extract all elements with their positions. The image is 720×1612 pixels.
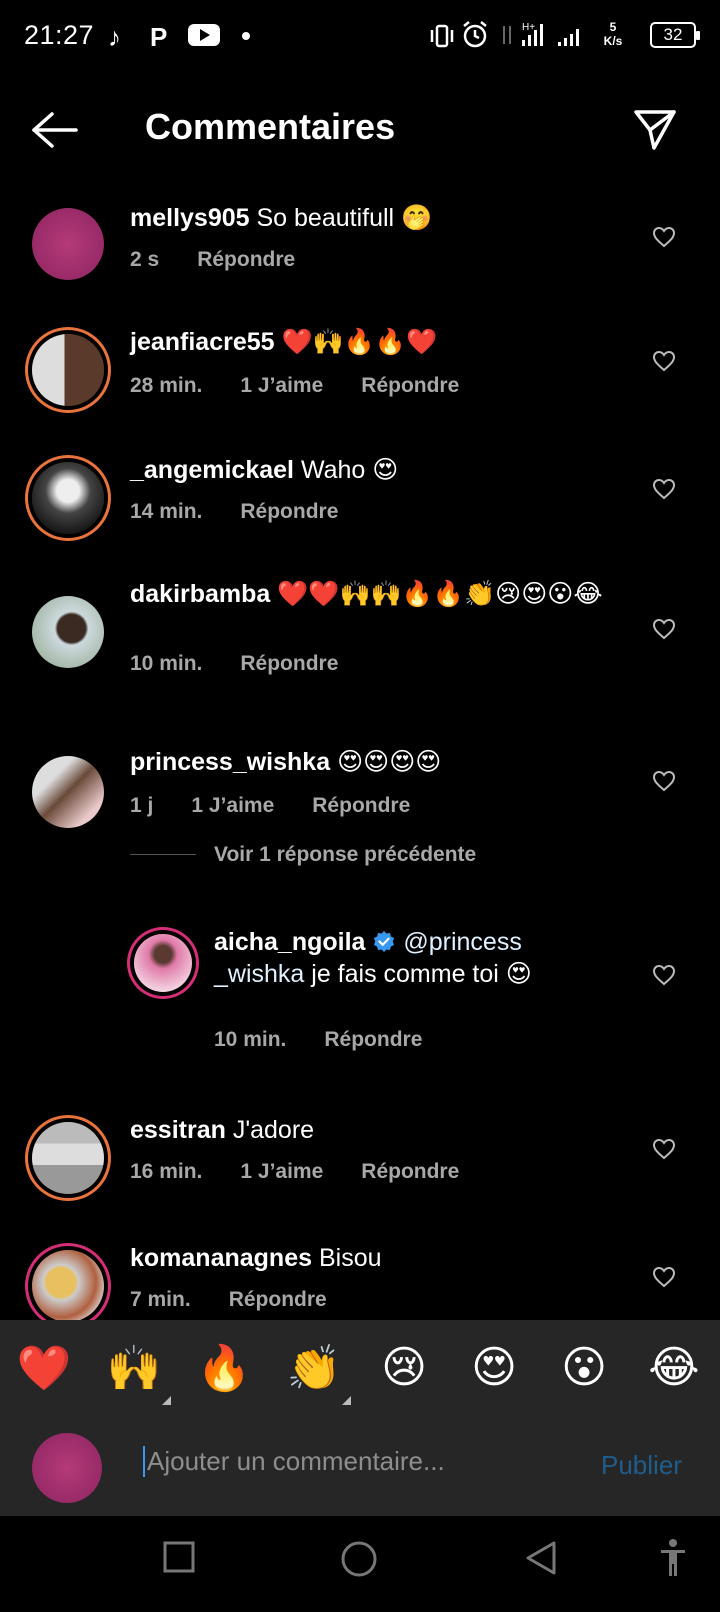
comment-username[interactable]: aicha_ngoila [214, 928, 365, 956]
comment-text: Waho 😍 [294, 456, 399, 484]
emoji-crying-button[interactable]: 😢 [374, 1342, 434, 1393]
page-title: Commentaires [145, 106, 396, 147]
comment-time: 1 j [130, 794, 154, 817]
comment-time: 28 min. [130, 374, 203, 397]
comment-item: essitran J'adore 16 min. 1 J’aime Répondre [0, 1114, 720, 1214]
avatar[interactable] [32, 208, 104, 280]
comment-text: ❤️❤️🙌🙌🔥🔥👏😢😍😮😂 [270, 580, 603, 608]
comment-item: princess_wishka 😍😍😍😍 1 j 1 J’aime Répondre [0, 742, 720, 842]
reply-button[interactable]: Répondre [361, 1160, 459, 1183]
comment-item: dakirbamba ❤️❤️🙌🙌🔥🔥👏😢😍😮😂 10 min. Répondre [0, 580, 720, 702]
emoji-laughing-button[interactable]: 😂 [644, 1342, 704, 1393]
youtube-icon [188, 24, 220, 46]
skin-tone-indicator-icon [162, 1396, 171, 1405]
comment-time: 2 s [130, 248, 160, 271]
avatar[interactable] [32, 1250, 104, 1320]
comment-text: So beautifull 🤭 [249, 204, 433, 232]
like-heart-icon[interactable] [652, 618, 676, 640]
like-count[interactable]: 1 J’aime [240, 1160, 323, 1183]
avatar[interactable] [32, 462, 104, 534]
status-bar: 21:27 ♪ P H+ 5 K/s 32 [0, 0, 720, 72]
like-heart-icon[interactable] [652, 478, 676, 500]
send-icon[interactable] [630, 104, 680, 154]
like-heart-icon[interactable] [652, 350, 676, 372]
comment-time: 10 min. [214, 1028, 287, 1051]
comment-username[interactable]: _angemickael [130, 456, 294, 484]
net-speed: 5 K/s [603, 20, 623, 48]
comment-text: Bisou [312, 1244, 382, 1272]
skin-tone-indicator-icon [342, 1396, 351, 1405]
own-avatar [32, 1433, 102, 1503]
dot-icon [242, 32, 250, 40]
recents-square-icon[interactable] [162, 1540, 196, 1574]
comment-time: 14 min. [130, 500, 203, 523]
signal-icon: H+ [503, 22, 579, 46]
comment-username[interactable]: dakirbamba [130, 580, 270, 608]
header: Commentaires [0, 90, 720, 170]
like-heart-icon[interactable] [652, 1266, 676, 1288]
comment-username[interactable]: komananagnes [130, 1244, 312, 1272]
like-heart-icon[interactable] [652, 964, 676, 986]
like-heart-icon[interactable] [652, 770, 676, 792]
home-circle-icon[interactable] [340, 1540, 378, 1578]
alarm-icon [463, 21, 487, 48]
system-nav-bar [0, 1516, 720, 1612]
back-triangle-icon[interactable] [524, 1540, 558, 1576]
comment-text: ❤️🙌🔥🔥❤️ [274, 328, 438, 356]
comment-username[interactable]: mellys905 [130, 204, 250, 232]
quick-emoji-bar: ❤️ 🙌 🔥 👏 😢 😍 😮 😂 [0, 1320, 720, 1420]
comment-text: 😍😍😍😍 [330, 748, 442, 776]
like-count[interactable]: 1 J’aime [191, 794, 274, 817]
view-replies-button[interactable]: Voir 1 réponse précédente [214, 843, 476, 867]
like-heart-icon[interactable] [652, 226, 676, 248]
emoji-heart-eyes-button[interactable]: 😍 [464, 1342, 524, 1393]
emoji-fire-button[interactable]: 🔥 [194, 1342, 254, 1394]
comment-time: 7 min. [130, 1288, 191, 1311]
battery-indicator: 32 [650, 22, 700, 48]
reply-item: aicha_ngoila @princess _wishka je fais c… [0, 926, 720, 1066]
comment-composer: Ajouter un commentaire... Publier [0, 1420, 720, 1516]
comment-item: jeanfiacre55 ❤️🙌🔥🔥❤️ 28 min. 1 J’aime Répo… [0, 326, 720, 426]
comment-item: _angemickael Waho 😍 14 min. Répondre [0, 454, 720, 554]
comment-item: mellys905 So beautifull 🤭 2 s Répondre [0, 200, 720, 300]
comment-text: je fais comme toi 😍 [304, 960, 532, 988]
comment-input[interactable]: Ajouter un commentaire... [143, 1446, 445, 1477]
avatar[interactable] [32, 334, 104, 406]
reply-button[interactable]: Répondre [312, 794, 410, 817]
replies-divider [130, 854, 196, 855]
comment-time: 10 min. [130, 652, 203, 675]
comment-item: komananagnes Bisou 7 min. Répondre [0, 1242, 720, 1320]
vibrate-icon [430, 24, 454, 48]
reply-button[interactable]: Répondre [240, 652, 338, 675]
reply-button[interactable]: Répondre [229, 1288, 327, 1311]
publish-button[interactable]: Publier [601, 1450, 682, 1481]
avatar[interactable] [32, 596, 104, 668]
comment-username[interactable]: princess_wishka [130, 748, 330, 776]
status-time: 21:27 [24, 20, 95, 50]
tiktok-icon: ♪ [108, 22, 121, 52]
p-app-icon: P [150, 22, 168, 52]
verified-badge-icon [374, 931, 395, 952]
svg-text:H+: H+ [522, 22, 535, 33]
comment-text: J'adore [225, 1116, 315, 1144]
avatar[interactable] [134, 934, 192, 992]
like-heart-icon[interactable] [652, 1138, 676, 1160]
emoji-surprised-button[interactable]: 😮 [554, 1342, 614, 1393]
reply-button[interactable]: Répondre [197, 248, 295, 271]
emoji-raised-hands-button[interactable]: 🙌 [104, 1342, 164, 1394]
reply-button[interactable]: Répondre [240, 500, 338, 523]
avatar[interactable] [32, 756, 104, 828]
comment-username[interactable]: essitran [130, 1116, 226, 1144]
comment-time: 16 min. [130, 1160, 203, 1183]
reply-button[interactable]: Répondre [361, 374, 459, 397]
accessibility-icon[interactable] [658, 1538, 688, 1578]
comment-username[interactable]: jeanfiacre55 [130, 328, 275, 356]
emoji-clap-button[interactable]: 👏 [284, 1342, 344, 1394]
reply-button[interactable]: Répondre [324, 1028, 422, 1051]
like-count[interactable]: 1 J’aime [240, 374, 323, 397]
avatar[interactable] [32, 1122, 104, 1194]
back-arrow-icon[interactable] [30, 110, 80, 150]
emoji-heart-button[interactable]: ❤️ [14, 1342, 74, 1394]
